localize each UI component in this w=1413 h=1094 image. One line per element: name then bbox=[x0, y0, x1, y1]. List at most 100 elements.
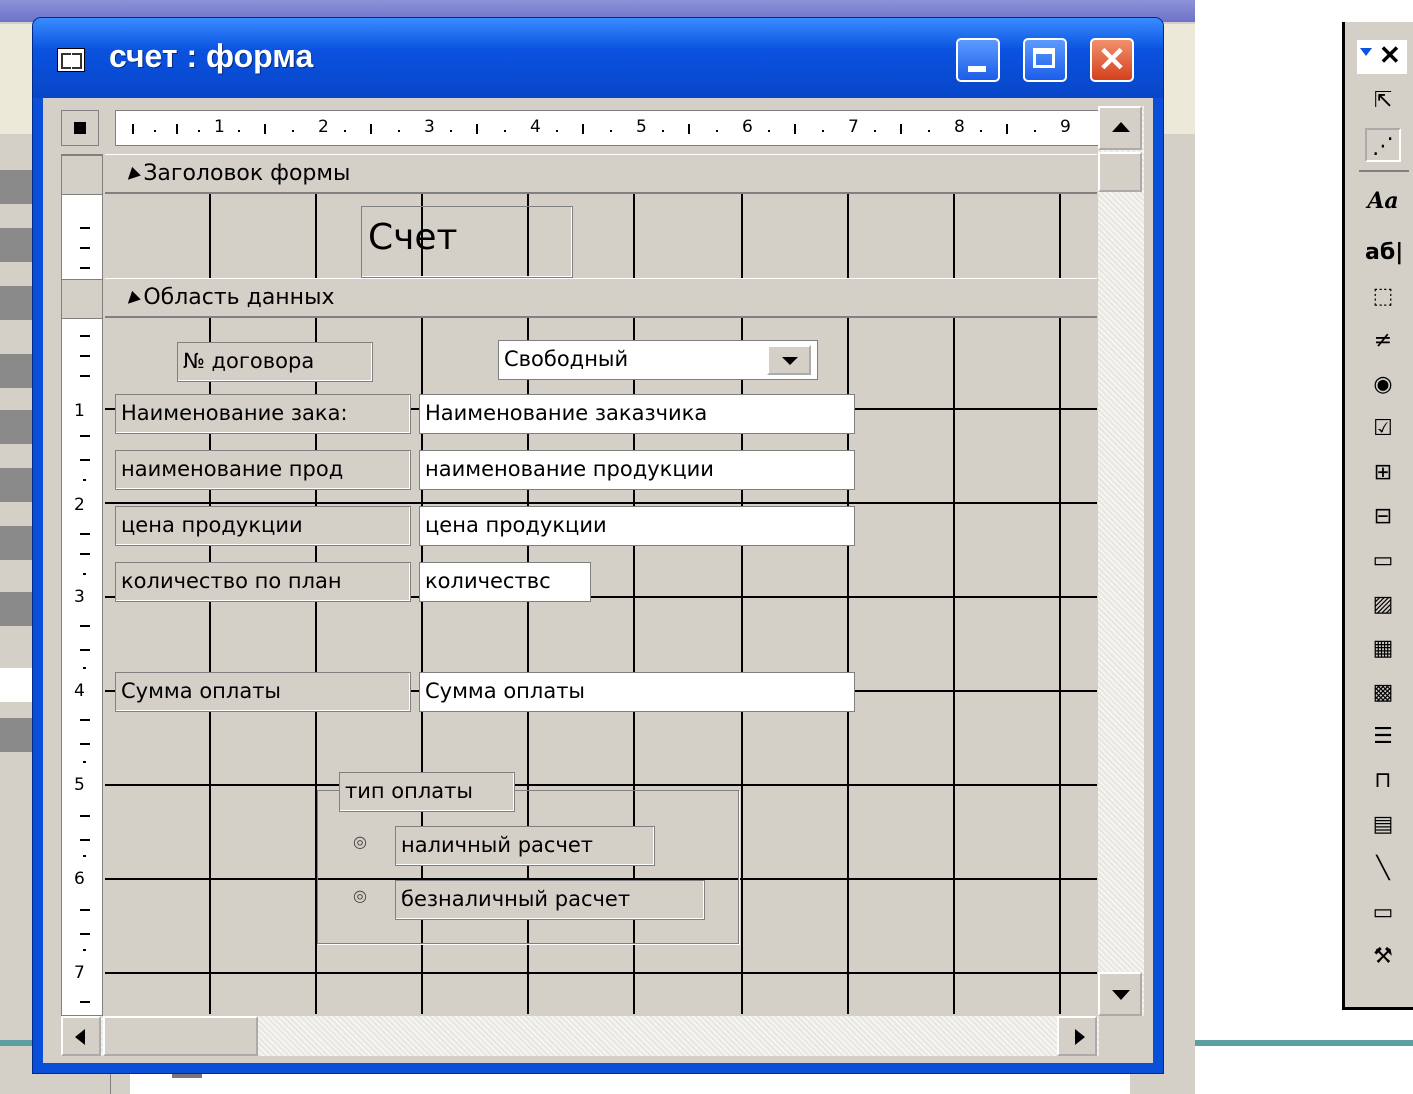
horizontal-ruler[interactable]: 1 2 3 4 5 6 7 8 9 bbox=[115, 110, 1102, 146]
product-price-field[interactable]: цена продукции bbox=[419, 506, 855, 546]
ruler-tick bbox=[80, 247, 90, 249]
list-icon[interactable]: ⊟ bbox=[1365, 500, 1401, 534]
form-design-window: счет : форма ✕ 1 2 3 4 5 6 7 8 9 1 2 3 4… bbox=[33, 18, 1163, 1073]
scroll-thumb[interactable] bbox=[1098, 152, 1142, 192]
slide-bottom-line bbox=[1195, 1040, 1413, 1046]
ruler-dot bbox=[83, 949, 86, 951]
vertical-scrollbar[interactable] bbox=[1098, 106, 1144, 1016]
ruler-tick bbox=[80, 909, 90, 911]
dropdown-icon[interactable] bbox=[1360, 48, 1372, 56]
ruler-tick bbox=[900, 124, 902, 134]
ruler-mark: 1 bbox=[214, 117, 225, 137]
ruler-tick bbox=[80, 815, 90, 817]
grid-line bbox=[953, 194, 955, 278]
close-icon[interactable]: ✕ bbox=[1379, 40, 1401, 71]
cash-payment-option[interactable]: наличный расчет bbox=[395, 826, 655, 866]
toolbox-header[interactable]: ✕ bbox=[1357, 40, 1407, 74]
radio-icon[interactable]: ◉ bbox=[1365, 368, 1401, 402]
customer-name-field[interactable]: Наименование заказчика bbox=[419, 394, 855, 434]
scroll-down-button[interactable] bbox=[1098, 972, 1142, 1016]
ruler-tick bbox=[476, 124, 478, 134]
wizard-icon[interactable]: ⋰ bbox=[1365, 128, 1401, 162]
ruler-dot bbox=[716, 130, 718, 132]
ruler-dot bbox=[556, 130, 558, 132]
chevron-down-icon[interactable] bbox=[767, 345, 811, 375]
payment-type-group[interactable] bbox=[317, 790, 739, 944]
ruler-tick bbox=[80, 533, 90, 535]
ruler-dot bbox=[398, 130, 400, 132]
ruler-mark: 5 bbox=[74, 775, 85, 795]
ruler-tick bbox=[80, 625, 90, 627]
tab-icon[interactable]: ⊓ bbox=[1365, 764, 1401, 798]
status-combo-value: Свободный bbox=[504, 347, 629, 371]
planned-quantity-field[interactable]: количествс bbox=[419, 562, 591, 602]
grid-line bbox=[953, 318, 955, 1014]
ruler-tick bbox=[80, 719, 90, 721]
textbox-tool-icon[interactable]: аб| bbox=[1365, 236, 1403, 270]
toggle-icon[interactable]: ≠ bbox=[1365, 324, 1401, 358]
unbound-frame-icon[interactable]: ▦ bbox=[1365, 632, 1401, 666]
product-name-field[interactable]: наименование продукции bbox=[419, 450, 855, 490]
ruler-tick bbox=[370, 124, 372, 134]
ruler-dot bbox=[450, 130, 452, 132]
product-name-label[interactable]: наименование прод bbox=[115, 450, 411, 490]
form-selector[interactable] bbox=[61, 110, 99, 146]
combo-icon[interactable]: ⊞ bbox=[1365, 456, 1401, 490]
horizontal-scrollbar[interactable] bbox=[61, 1016, 1099, 1056]
more-tools-icon[interactable]: ⚒ bbox=[1365, 940, 1401, 974]
checkbox-icon[interactable]: ☑ bbox=[1365, 412, 1401, 446]
vertical-ruler[interactable]: 1 2 3 4 5 6 7 bbox=[61, 154, 103, 1016]
grid-line bbox=[1059, 318, 1061, 1014]
section-bar-detail[interactable]: Область данных bbox=[105, 278, 1097, 318]
label-tool-icon[interactable]: Aa bbox=[1365, 184, 1401, 218]
scroll-right-button[interactable] bbox=[1057, 1016, 1097, 1056]
customer-name-label[interactable]: Наименование зака: bbox=[115, 394, 411, 434]
ruler-tick bbox=[80, 743, 90, 745]
payment-type-label[interactable]: тип оплаты bbox=[339, 772, 515, 812]
minimize-button[interactable] bbox=[956, 38, 1000, 82]
ruler-dot bbox=[83, 573, 86, 575]
ruler-tick bbox=[80, 267, 90, 269]
maximize-button[interactable] bbox=[1023, 38, 1067, 82]
window-titlebar[interactable]: счет : форма ✕ bbox=[33, 18, 1163, 98]
grid-line bbox=[105, 502, 1097, 504]
ruler-mark: 7 bbox=[848, 117, 859, 137]
ruler-dot bbox=[344, 130, 346, 132]
planned-quantity-label[interactable]: количество по план bbox=[115, 562, 411, 602]
option-group-icon[interactable]: ⬚ bbox=[1365, 280, 1401, 314]
radio-icon[interactable]: ◎ bbox=[353, 832, 375, 851]
radio-icon[interactable]: ◎ bbox=[353, 886, 375, 905]
product-price-label[interactable]: цена продукции bbox=[115, 506, 411, 546]
status-combo[interactable]: Свободный bbox=[498, 340, 818, 380]
close-button[interactable]: ✕ bbox=[1090, 38, 1134, 82]
payment-sum-field[interactable]: Сумма оплаты bbox=[419, 672, 855, 712]
rectangle-icon[interactable]: ▭ bbox=[1365, 896, 1401, 930]
form-design-surface[interactable]: Заголовок формы Счет Область данных bbox=[105, 154, 1097, 1014]
ruler-dot bbox=[83, 667, 86, 669]
payment-sum-label[interactable]: Сумма оплаты bbox=[115, 672, 411, 712]
ruler-mark: 4 bbox=[530, 117, 541, 137]
page-break-icon[interactable]: ☰ bbox=[1365, 720, 1401, 754]
pointer-icon[interactable]: ⇱ bbox=[1365, 84, 1401, 118]
form-icon bbox=[57, 48, 85, 72]
scroll-left-button[interactable] bbox=[61, 1016, 101, 1056]
image-icon[interactable]: ▨ bbox=[1365, 588, 1401, 622]
section-selector-detail[interactable] bbox=[62, 279, 102, 319]
cashless-payment-option[interactable]: безналичный расчет bbox=[395, 880, 705, 920]
button-icon[interactable]: ▭ bbox=[1365, 544, 1401, 578]
ruler-tick bbox=[80, 375, 90, 377]
ruler-dot bbox=[768, 130, 770, 132]
form-title-label[interactable]: Счет bbox=[361, 206, 573, 278]
grid-line bbox=[847, 194, 849, 278]
ruler-dot bbox=[980, 130, 982, 132]
subform-icon[interactable]: ▤ bbox=[1365, 808, 1401, 842]
scroll-up-button[interactable] bbox=[1098, 106, 1142, 150]
ruler-tick bbox=[80, 1001, 90, 1003]
bound-frame-icon[interactable]: ▩ bbox=[1365, 676, 1401, 710]
horizontal-scroll-thumb[interactable] bbox=[103, 1016, 258, 1056]
line-icon[interactable]: ╲ bbox=[1365, 852, 1401, 886]
contract-number-label[interactable]: № договора bbox=[177, 342, 373, 382]
section-bar-header[interactable]: Заголовок формы bbox=[105, 154, 1097, 194]
ruler-dot bbox=[198, 130, 200, 132]
section-selector-header[interactable] bbox=[62, 155, 102, 195]
